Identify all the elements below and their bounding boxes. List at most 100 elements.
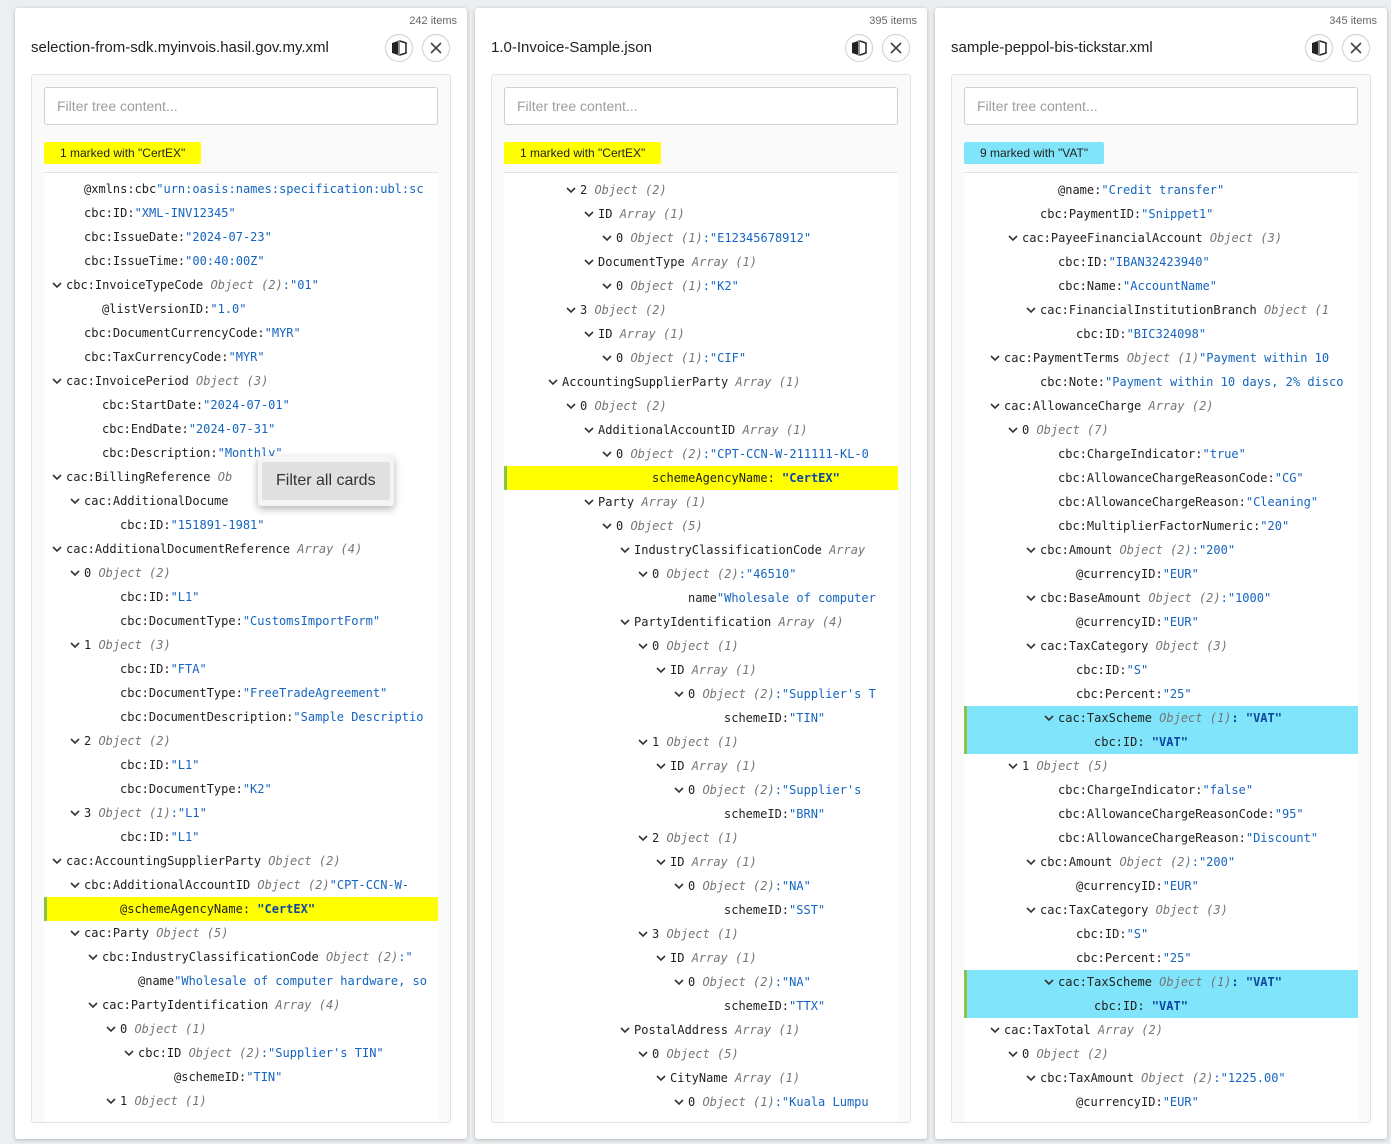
chevron-down-icon[interactable] (66, 921, 84, 945)
tree-row-marked[interactable]: cbc:ID: "VAT" (964, 730, 1358, 754)
chevron-down-icon[interactable] (66, 489, 84, 513)
tree-row[interactable]: 1 Object (1) (44, 1089, 438, 1113)
tree-row[interactable]: cbc:ID:"S" (964, 658, 1358, 682)
tree-row[interactable]: cbc:DocumentType:"CustomsImportForm" (44, 609, 438, 633)
chevron-down-icon[interactable] (598, 514, 616, 538)
tree-row[interactable]: cbc:ID:"L1" (44, 753, 438, 777)
tree-row[interactable]: cac:PayeeFinancialAccount Object (3) (964, 226, 1358, 250)
tree-row[interactable]: cac:TaxTotal Array (2) (964, 1018, 1358, 1042)
tree-row[interactable]: cbc:AllowanceChargeReason:"Discount" (964, 826, 1358, 850)
tree-row[interactable]: cbc:ID:"L1" (44, 585, 438, 609)
tree-row[interactable]: schemeID:"BRN" (504, 802, 898, 826)
chevron-down-icon[interactable] (616, 538, 634, 562)
tree-row[interactable]: 0 Object (2):"CPT-CCN-W-211111-KL-0 (504, 442, 898, 466)
marked-badge[interactable]: 1 marked with "CertEX" (44, 142, 202, 164)
marked-badge[interactable]: 9 marked with "VAT" (964, 142, 1105, 164)
chevron-down-icon[interactable] (1022, 586, 1040, 610)
chevron-down-icon[interactable] (670, 1090, 688, 1114)
tree-row[interactable]: cbc:BaseAmount Object (2):"1000" (964, 586, 1358, 610)
tree-row[interactable]: cbc:AllowanceChargeReason:"Cleaning" (964, 490, 1358, 514)
tree-row[interactable]: cbc:Amount Object (2):"200" (964, 850, 1358, 874)
tree-row[interactable]: PartyIdentification Array (4) (504, 610, 898, 634)
tree-row[interactable]: PostalAddress Array (1) (504, 1018, 898, 1042)
chevron-down-icon[interactable] (102, 1017, 120, 1041)
tree-row[interactable]: cbc:DocumentType:"FreeTradeAgreement" (44, 681, 438, 705)
tree-row[interactable]: ID Array (1) (504, 946, 898, 970)
chevron-down-icon[interactable] (986, 394, 1004, 418)
tree-row-marked[interactable]: schemeAgencyName: "CertEX" (504, 466, 898, 490)
tree-row[interactable]: cbc:EndDate:"2024-07-31" (44, 417, 438, 441)
tree-row[interactable]: CityName Array (1) (504, 1066, 898, 1090)
chevron-down-icon[interactable] (562, 394, 580, 418)
tree-row[interactable]: cbc:IndustryClassificationCode Object (2… (44, 945, 438, 969)
chevron-down-icon[interactable] (634, 1042, 652, 1066)
tree-row[interactable]: cbc:StartDate:"2024-07-01" (44, 393, 438, 417)
tree-row[interactable]: 0 Object (2) (964, 1042, 1358, 1066)
tree-row[interactable]: 2 Object (2) (44, 729, 438, 753)
tree-row[interactable]: 0 Object (2):"NA" (504, 874, 898, 898)
tree-row[interactable]: cac:TaxCategory Object (3) (964, 898, 1358, 922)
chevron-down-icon[interactable] (1022, 850, 1040, 874)
marked-badge[interactable]: 1 marked with "CertEX" (504, 142, 662, 164)
chevron-down-icon[interactable] (598, 442, 616, 466)
tree-row[interactable]: cbc:Name:"AccountName" (964, 274, 1358, 298)
chevron-down-icon[interactable] (580, 418, 598, 442)
tree-row[interactable]: 2 Object (2) (504, 178, 898, 202)
close-button[interactable] (422, 34, 450, 62)
tree-row[interactable]: 0 Object (2) (44, 561, 438, 585)
tree-row[interactable]: 0 Object (1):"Kuala Lumpu (504, 1090, 898, 1114)
chevron-down-icon[interactable] (986, 1018, 1004, 1042)
chevron-down-icon[interactable] (652, 946, 670, 970)
tree-row[interactable]: 0 Object (2):"46510" (504, 562, 898, 586)
tree-row[interactable]: cbc:ID:"FTA" (44, 657, 438, 681)
chevron-down-icon[interactable] (48, 273, 66, 297)
tree-row[interactable]: cbc:AdditionalAccountID Object (2)"CPT-C… (44, 873, 438, 897)
tree-row[interactable]: 0 Object (2):"NA" (504, 970, 898, 994)
tree-row[interactable]: cbc:ID:"BIC324098" (964, 322, 1358, 346)
chevron-down-icon[interactable] (634, 562, 652, 586)
chevron-down-icon[interactable] (562, 298, 580, 322)
chevron-down-icon[interactable] (1040, 970, 1058, 994)
tree-row[interactable]: @name"Wholesale of computer hardware, so (44, 969, 438, 993)
chevron-down-icon[interactable] (66, 633, 84, 657)
tree-row[interactable]: 0 Object (2) (504, 394, 898, 418)
chevron-down-icon[interactable] (1022, 298, 1040, 322)
compare-button[interactable] (1305, 34, 1333, 62)
tree-row[interactable]: schemeID:"SST" (504, 898, 898, 922)
chevron-down-icon[interactable] (652, 754, 670, 778)
tree-row[interactable]: ID Array (1) (504, 850, 898, 874)
filter-input[interactable] (504, 87, 898, 125)
chevron-down-icon[interactable] (84, 993, 102, 1017)
tree-row[interactable]: cac:AllowanceCharge Array (2) (964, 394, 1358, 418)
chevron-down-icon[interactable] (120, 1041, 138, 1065)
chevron-down-icon[interactable] (1004, 418, 1022, 442)
tree-row[interactable]: cac:PaymentTerms Object (1)"Payment with… (964, 346, 1358, 370)
chevron-down-icon[interactable] (66, 873, 84, 897)
tree-row[interactable]: 0 Object (1):"K2" (504, 274, 898, 298)
chevron-down-icon[interactable] (102, 1089, 120, 1113)
tree-row[interactable]: IndustryClassificationCode Array (504, 538, 898, 562)
chevron-down-icon[interactable] (652, 658, 670, 682)
chevron-down-icon[interactable] (1040, 706, 1058, 730)
chevron-down-icon[interactable] (598, 346, 616, 370)
tree-row[interactable]: 0 Object (7) (964, 418, 1358, 442)
tree-row[interactable]: 0 Object (5) (504, 1042, 898, 1066)
chevron-down-icon[interactable] (634, 826, 652, 850)
tree-row[interactable]: 0 Object (1) (504, 634, 898, 658)
tree-row[interactable]: @listVersionID:"1.0" (44, 297, 438, 321)
chevron-down-icon[interactable] (616, 1018, 634, 1042)
tree-row[interactable]: 0 Object (2):"Supplier's T (504, 682, 898, 706)
tree-row[interactable]: cbc:InvoiceTypeCode Object (2):"01" (44, 273, 438, 297)
chevron-down-icon[interactable] (562, 178, 580, 202)
chevron-down-icon[interactable] (634, 634, 652, 658)
chevron-down-icon[interactable] (670, 682, 688, 706)
json-tree[interactable]: 2 Object (2) ID Array (1) 0 Object (1):"E1… (504, 172, 898, 1122)
chevron-down-icon[interactable] (544, 370, 562, 394)
chevron-down-icon[interactable] (48, 465, 66, 489)
chevron-down-icon[interactable] (616, 610, 634, 634)
chevron-down-icon[interactable] (580, 202, 598, 226)
chevron-down-icon[interactable] (66, 801, 84, 825)
tree-row[interactable]: 3 Object (1):"L1" (44, 801, 438, 825)
tree-row[interactable]: cbc:ID:"IBAN32423940" (964, 250, 1358, 274)
tree-row[interactable]: cbc:Note:"Payment within 10 days, 2% dis… (964, 370, 1358, 394)
